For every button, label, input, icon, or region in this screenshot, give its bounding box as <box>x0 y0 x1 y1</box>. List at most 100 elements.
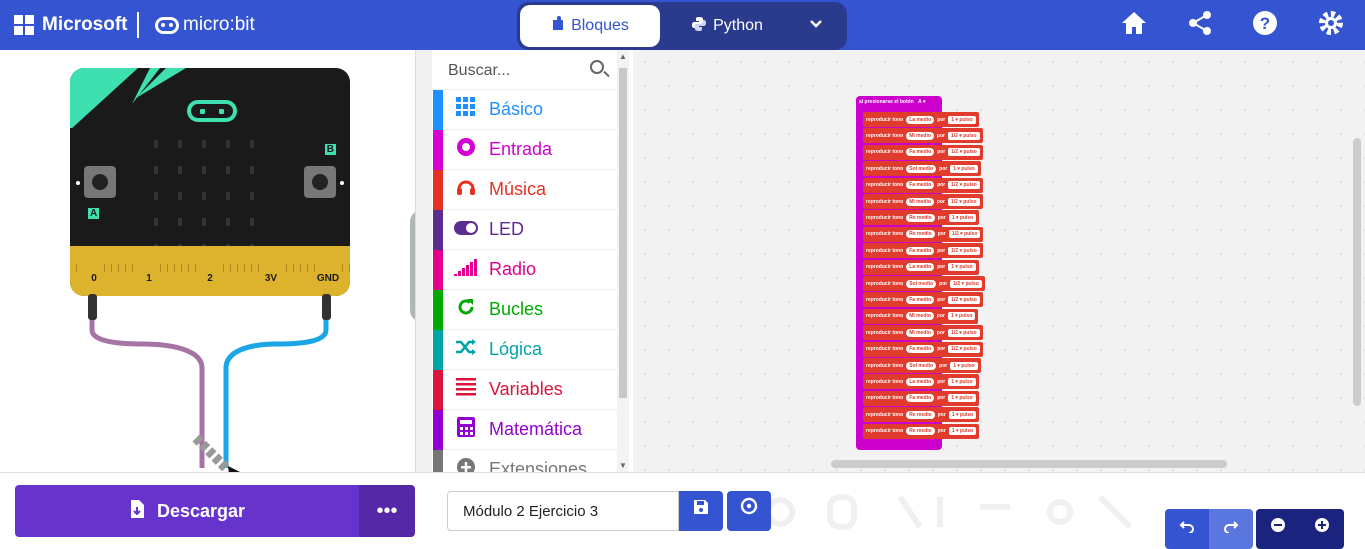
play-tone-block[interactable]: reproducir tono Sol medio por 1 ▾ pulso <box>863 358 981 373</box>
play-tone-block[interactable]: reproducir tono La medio por 1 ▾ pulso <box>863 112 979 127</box>
play-tone-block[interactable]: reproducir tono La medio por 1 ▾ pulso <box>863 259 979 275</box>
play-tone-block[interactable]: reproducir tono Re medio por 1 ▾ pulso <box>863 423 980 439</box>
toolbox-scrollbar-thumb[interactable] <box>619 68 627 398</box>
tone-field[interactable]: Fa medio <box>906 246 935 255</box>
category-variables[interactable]: Variables <box>433 369 619 410</box>
redo-button[interactable] <box>1209 509 1253 549</box>
tone-field[interactable]: Re medio <box>906 213 935 222</box>
play-tone-block[interactable]: reproducir tono Fa medio por 1 ▾ pulso <box>863 390 979 406</box>
play-tone-block[interactable]: reproducir tono Sol medio por 1/2 ▾ pulso <box>863 276 985 291</box>
tone-field[interactable]: Sol medio <box>906 164 937 173</box>
play-tone-block[interactable]: reproducir tono Mi medio por 1/2 ▾ pulso <box>863 325 983 341</box>
beat-dropdown[interactable]: 1 ▾ pulso <box>948 213 977 222</box>
beat-dropdown[interactable]: 1 ▾ pulso <box>947 312 976 321</box>
tone-field[interactable]: La medio <box>906 115 935 124</box>
beat-dropdown[interactable]: 1/2 ▾ pulso <box>948 345 980 354</box>
search-icon[interactable] <box>590 60 604 74</box>
tone-field[interactable]: Fa medio <box>906 295 935 304</box>
zoom-in-button[interactable] <box>1300 509 1344 549</box>
tone-field[interactable]: Mi medio <box>906 197 934 206</box>
event-button-dropdown[interactable]: A <box>918 99 921 105</box>
play-tone-block[interactable]: reproducir tono Mi medio por 1/2 ▾ pulso <box>863 194 983 209</box>
button-b[interactable] <box>304 166 336 198</box>
project-name-input[interactable] <box>447 491 679 531</box>
search-input[interactable]: Buscar... <box>448 62 510 80</box>
tone-field[interactable]: La medio <box>906 377 935 386</box>
share-icon[interactable] <box>1185 10 1215 40</box>
blocks-mode-button[interactable]: Bloques <box>520 5 660 47</box>
save-button[interactable] <box>679 491 723 531</box>
beat-dropdown[interactable]: 1 ▾ pulso <box>948 427 977 436</box>
play-tone-block[interactable]: reproducir tono Fa medio por 1/2 ▾ pulso <box>863 292 983 308</box>
category-led[interactable]: LED <box>433 209 619 250</box>
tone-field[interactable]: Re medio <box>906 230 935 239</box>
category-matematica[interactable]: Matemática <box>433 409 619 450</box>
beat-dropdown[interactable]: 1 ▾ pulso <box>950 361 978 370</box>
beat-dropdown[interactable]: 1 ▾ pulso <box>948 377 976 386</box>
workspace-vertical-scrollbar[interactable] <box>1353 138 1361 406</box>
play-tone-block[interactable]: reproducir tono Fa medio por 1/2 ▾ pulso <box>863 177 983 193</box>
tone-field[interactable]: Mi medio <box>906 328 934 337</box>
category-logica[interactable]: Lógica <box>433 329 619 370</box>
tone-field[interactable]: Sol medio <box>906 361 937 370</box>
microbit-logo-icon[interactable] <box>155 17 179 34</box>
more-options-button[interactable]: ••• <box>359 485 415 537</box>
button-a[interactable] <box>84 166 116 198</box>
play-tone-block[interactable]: reproducir tono Re medio por 1 ▾ pulso <box>863 210 980 226</box>
beat-dropdown[interactable]: 1/2 ▾ pulso <box>948 181 980 190</box>
beat-dropdown[interactable]: 1 ▾ pulso <box>948 263 976 272</box>
play-tone-block[interactable]: reproducir tono Mi medio por 1/2 ▾ pulso <box>863 128 983 144</box>
download-button[interactable]: Descargar <box>15 485 359 537</box>
beat-dropdown[interactable]: 1/2 ▾ pulso <box>948 148 980 157</box>
tone-field[interactable]: Fa medio <box>906 345 935 354</box>
beat-dropdown[interactable]: 1/2 ▾ pulso <box>948 246 980 255</box>
tone-field[interactable]: Mi medio <box>906 312 934 321</box>
tone-field[interactable]: Re medio <box>906 427 935 436</box>
help-icon[interactable]: ? <box>1250 10 1280 40</box>
category-entrada[interactable]: Entrada <box>433 129 619 170</box>
python-mode-button[interactable]: Python <box>677 5 777 47</box>
play-tone-block[interactable]: reproducir tono Re medio por 1/2 ▾ pulso <box>863 226 984 242</box>
play-tone-block[interactable]: reproducir tono Fa medio por 1/2 ▾ pulso <box>863 243 983 259</box>
scroll-up-icon[interactable]: ▲ <box>619 52 627 61</box>
workspace-horizontal-scrollbar[interactable] <box>831 460 1227 468</box>
zoom-out-button[interactable] <box>1256 509 1300 549</box>
beat-dropdown[interactable]: 1/2 ▾ pulso <box>947 197 980 206</box>
blocks-workspace[interactable]: al presionarse el botón A ▾ reproducir t… <box>633 50 1365 472</box>
beat-dropdown[interactable]: 1 ▾ pulso <box>948 394 976 403</box>
beat-dropdown[interactable]: 1/2 ▾ pulso <box>950 279 982 288</box>
scroll-down-icon[interactable]: ▼ <box>619 461 627 470</box>
category-musica[interactable]: Música <box>433 169 619 210</box>
tone-field[interactable]: Mi medio <box>906 131 934 140</box>
beat-dropdown[interactable]: 1 ▾ pulso <box>948 410 977 419</box>
play-tone-block[interactable]: reproducir tono Sol medio por 1 ▾ pulso <box>863 161 981 177</box>
toolbox-scrollbar[interactable]: ▲ ▼ <box>617 50 629 472</box>
toolbox-search[interactable]: Buscar... <box>434 50 616 90</box>
beat-dropdown[interactable]: 1 ▾ pulso <box>948 115 976 124</box>
home-icon[interactable] <box>1119 10 1149 40</box>
tone-field[interactable]: Fa medio <box>906 394 935 403</box>
beat-dropdown[interactable]: 1/2 ▾ pulso <box>947 328 980 337</box>
beat-dropdown[interactable]: 1/2 ▾ pulso <box>947 131 980 140</box>
chevron-down-icon[interactable] <box>809 16 823 32</box>
play-tone-block[interactable]: reproducir tono Fa medio por 1/2 ▾ pulso <box>863 144 983 160</box>
touch-logo-icon[interactable] <box>187 100 237 122</box>
tone-field[interactable]: La medio <box>906 263 935 272</box>
tone-field[interactable]: Fa medio <box>906 181 935 190</box>
category-bucles[interactable]: Bucles <box>433 289 619 330</box>
toolbox-left-scrollbar[interactable] <box>416 50 432 472</box>
microbit-brand[interactable]: micro:bit <box>183 14 255 36</box>
play-tone-block[interactable]: reproducir tono Fa medio por 1/2 ▾ pulso <box>863 341 983 357</box>
undo-button[interactable] <box>1165 509 1209 549</box>
tone-field[interactable]: Fa medio <box>906 148 935 157</box>
settings-icon[interactable] <box>1316 10 1346 40</box>
github-button[interactable] <box>727 491 771 531</box>
play-tone-block[interactable]: reproducir tono La medio por 1 ▾ pulso <box>863 374 979 390</box>
play-tone-block[interactable]: reproducir tono Re medio por 1 ▾ pulso <box>863 407 980 423</box>
beat-dropdown[interactable]: 1/2 ▾ pulso <box>948 295 980 304</box>
play-tone-block[interactable]: reproducir tono Mi medio por 1 ▾ pulso <box>863 308 979 324</box>
beat-dropdown[interactable]: 1/2 ▾ pulso <box>948 230 981 239</box>
beat-dropdown[interactable]: 1 ▾ pulso <box>950 164 978 173</box>
tone-field[interactable]: Sol medio <box>906 279 937 288</box>
category-radio[interactable]: Radio <box>433 249 619 290</box>
